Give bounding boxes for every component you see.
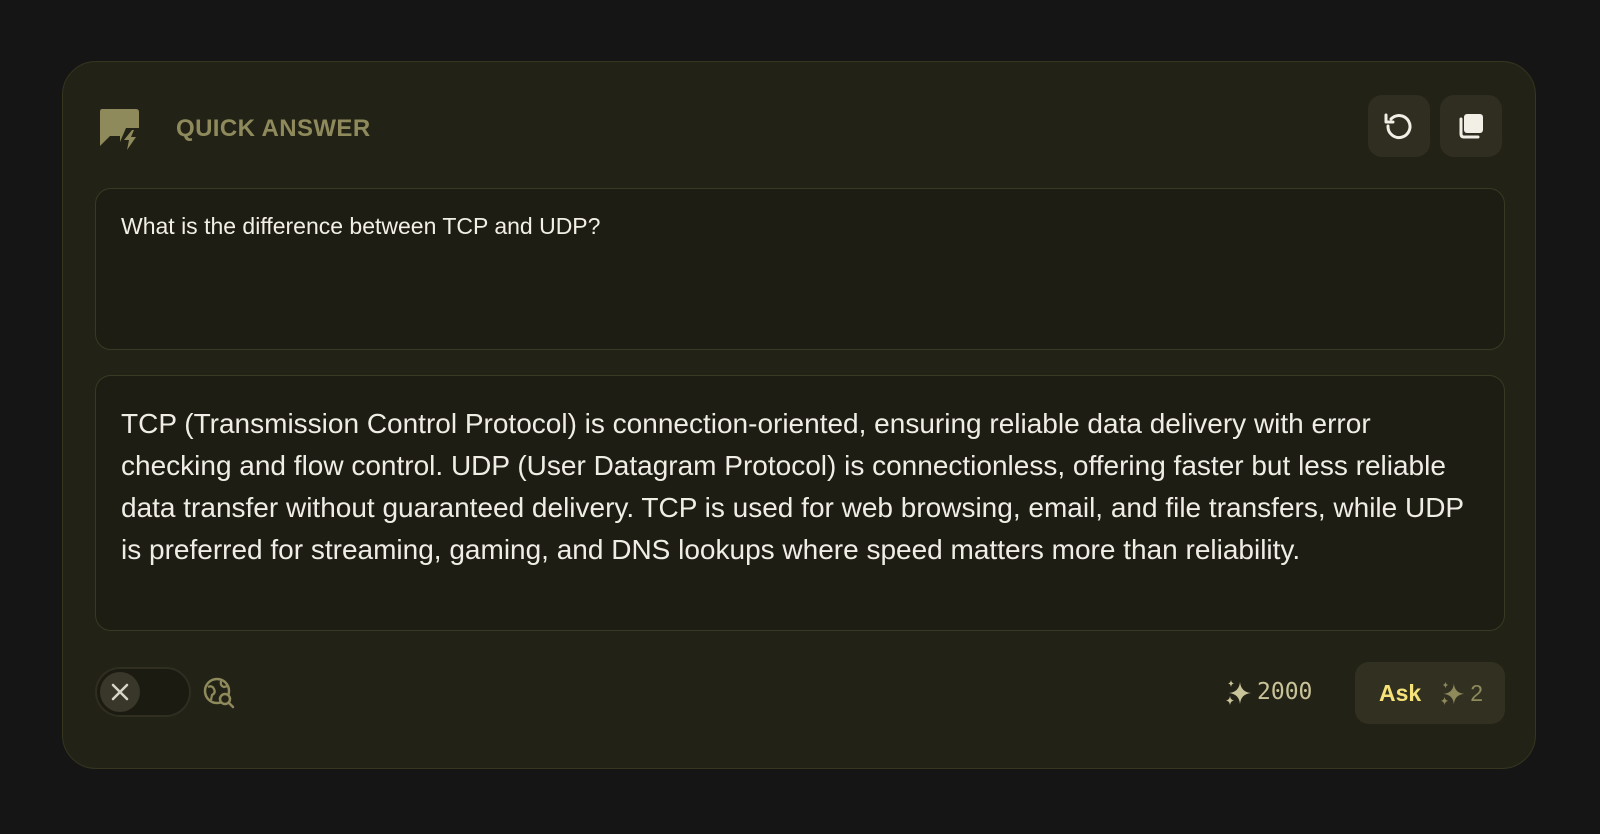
toggle-knob (100, 672, 140, 712)
answer-text: TCP (Transmission Control Protocol) is c… (121, 408, 1464, 565)
ask-cost: 2 (1438, 679, 1483, 707)
page-title: QUICK ANSWER (176, 115, 371, 142)
close-icon (111, 683, 129, 701)
ask-label: Ask (1379, 679, 1422, 706)
reset-button[interactable] (1368, 95, 1430, 157)
sparkle-icon (1226, 680, 1251, 705)
ask-button[interactable]: Ask 2 (1355, 662, 1505, 724)
credits-balance: 2000 (1223, 674, 1312, 710)
ask-cost-value: 2 (1470, 679, 1483, 706)
refresh-icon (1384, 113, 1412, 140)
copy-button[interactable] (1440, 95, 1502, 157)
chat-bolt-icon (100, 109, 139, 150)
quick-answer-card: QUICK ANSWER What is the difference betw… (62, 61, 1536, 769)
globe-search-icon[interactable] (203, 677, 235, 709)
question-text: What is the difference between TCP and U… (121, 213, 601, 239)
sparkle-icon (1441, 681, 1465, 706)
answer-panel: TCP (Transmission Control Protocol) is c… (95, 375, 1505, 631)
web-search-toggle[interactable] (95, 667, 191, 717)
card-header: QUICK ANSWER (63, 62, 1535, 192)
copy-icon (1459, 114, 1483, 139)
question-input[interactable]: What is the difference between TCP and U… (95, 188, 1505, 350)
credits-value: 2000 (1257, 679, 1313, 705)
